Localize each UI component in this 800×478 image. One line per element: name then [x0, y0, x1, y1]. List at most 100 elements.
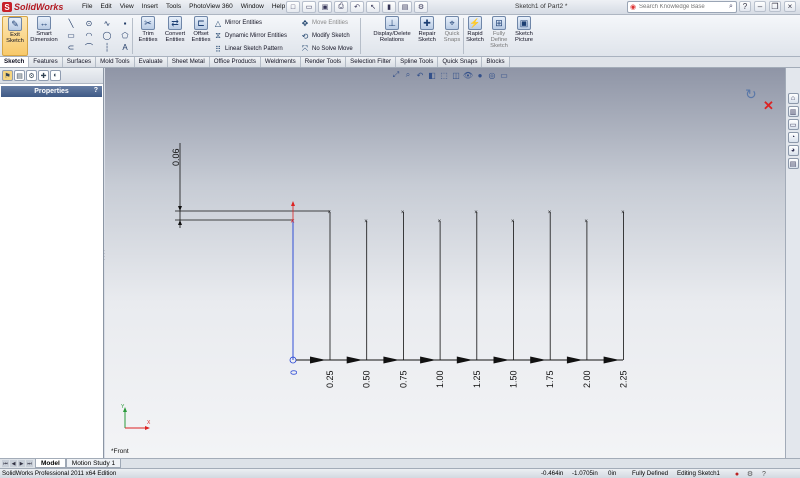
tick-label[interactable]: 2.25: [619, 370, 629, 388]
tick-label[interactable]: 2.00: [582, 370, 592, 388]
sketch-canvas[interactable]: 0.06 ✕ 0 ×0.25×0.50×0.75×1.00×1.25×1.50×…: [105, 68, 785, 458]
rebuild-status-icon[interactable]: ●: [733, 470, 741, 478]
custom-properties-icon[interactable]: ▤: [787, 158, 799, 169]
save-icon[interactable]: ▣: [318, 1, 332, 13]
slot-icon[interactable]: ⊂: [62, 41, 80, 53]
menu-view[interactable]: View: [116, 2, 138, 11]
prev-tab-icon[interactable]: ◀: [10, 460, 17, 467]
tick-label[interactable]: 0.75: [398, 370, 408, 388]
solidworks-resources-icon[interactable]: ⌂: [787, 93, 799, 104]
search-input[interactable]: [639, 4, 727, 10]
open-folder-icon[interactable]: ▭: [302, 1, 316, 13]
display-manager-icon[interactable]: ◐: [50, 70, 61, 81]
appearances-icon[interactable]: ◕: [787, 145, 799, 156]
endpoint-marker[interactable]: ×: [584, 219, 588, 225]
undo-icon[interactable]: ↶: [350, 1, 364, 13]
help-question-icon[interactable]: ?: [739, 1, 751, 12]
offset-entities-button[interactable]: ⊏ Offset Entities: [188, 16, 214, 56]
tab-mold-tools[interactable]: Mold Tools: [96, 57, 135, 67]
tab-sheet-metal[interactable]: Sheet Metal: [167, 57, 210, 67]
first-tab-icon[interactable]: ⏮: [2, 460, 9, 467]
convert-entities-button[interactable]: ⇄ Convert Entities: [161, 16, 189, 56]
properties-help-icon[interactable]: ?: [94, 87, 98, 94]
tick-label[interactable]: 1.50: [509, 370, 519, 388]
tab-features[interactable]: Features: [29, 57, 63, 67]
tab-selection-filter[interactable]: Selection Filter: [346, 57, 397, 67]
tab-motion-study[interactable]: Motion Study 1: [65, 459, 122, 468]
menu-insert[interactable]: Insert: [138, 2, 162, 11]
tick-label[interactable]: 0.50: [362, 370, 372, 388]
sketch-picture-button[interactable]: ▣ Sketch Picture: [510, 16, 538, 56]
endpoint-marker[interactable]: ×: [548, 210, 552, 216]
menu-file[interactable]: File: [78, 2, 96, 11]
rebuild-icon[interactable]: ▮: [382, 1, 396, 13]
graphics-area[interactable]: ⤢ ⌕ ↶ ◧ ⬚ ◫ 👁 ● ◎ ▭ ↻ ✕ 0.06 ✕ 0 × 0.25 × 0…: [105, 68, 785, 458]
app-logo[interactable]: S SolidWorks: [2, 1, 72, 13]
minimize-icon[interactable]: –: [754, 1, 766, 12]
spline-icon[interactable]: ∿: [98, 17, 116, 29]
units-icon[interactable]: ⚙: [746, 470, 754, 478]
tick-label[interactable]: 1.00: [435, 370, 445, 388]
dynamic-mirror-tool[interactable]: ⧖ Dynamic Mirror Entities: [213, 30, 287, 42]
arc-icon[interactable]: ◠: [80, 29, 98, 41]
design-library-icon[interactable]: ▥: [787, 106, 799, 117]
tab-sketch[interactable]: Sketch: [0, 57, 30, 67]
tab-model[interactable]: Model: [35, 459, 66, 468]
tab-surfaces[interactable]: Surfaces: [62, 57, 97, 67]
fully-define-sketch-button[interactable]: ⊞ Fully Define Sketch: [486, 16, 512, 56]
menu-edit[interactable]: Edit: [96, 2, 115, 11]
menu-photoview[interactable]: PhotoView 360: [185, 2, 237, 11]
menu-window[interactable]: Window: [237, 2, 268, 11]
modify-sketch-tool[interactable]: ⟲ Modify Sketch: [300, 30, 350, 42]
new-document-icon[interactable]: □: [286, 1, 300, 13]
ellipse-icon[interactable]: ◯: [98, 29, 116, 41]
endpoint-marker[interactable]: ×: [621, 210, 625, 216]
tab-spline-tools[interactable]: Spline Tools: [396, 57, 439, 67]
mirror-entities-tool[interactable]: △ Mirror Entities: [213, 17, 262, 29]
circle-icon[interactable]: ⊙: [80, 17, 98, 29]
tick-label[interactable]: 1.25: [472, 370, 482, 388]
no-solve-move-tool[interactable]: ⤧ No Solve Move: [300, 43, 353, 55]
select-pointer-icon[interactable]: ↖: [366, 1, 380, 13]
print-icon[interactable]: ⎙: [334, 1, 348, 13]
menu-tools[interactable]: Tools: [162, 2, 185, 11]
endpoint-marker[interactable]: ×: [328, 210, 332, 216]
tab-weldments[interactable]: Weldments: [260, 57, 301, 67]
fillet-icon[interactable]: ⌒: [80, 41, 98, 53]
origin-label[interactable]: 0: [289, 370, 299, 375]
help-status-icon[interactable]: ?: [760, 470, 768, 478]
smart-dimension-button[interactable]: ↔ Smart Dimension: [30, 16, 58, 56]
vertical-dimension-label[interactable]: 0.06: [171, 148, 181, 166]
endpoint-marker[interactable]: ×: [511, 219, 515, 225]
options-gear-icon[interactable]: ⚙: [414, 1, 428, 13]
line-icon[interactable]: ╲: [62, 17, 80, 29]
tab-evaluate[interactable]: Evaluate: [134, 57, 168, 67]
tab-blocks[interactable]: Blocks: [482, 57, 510, 67]
endpoint-marker[interactable]: ×: [401, 210, 405, 216]
exit-sketch-button[interactable]: ✎ Exit Sketch: [2, 16, 28, 56]
tick-label[interactable]: 0.25: [325, 370, 335, 388]
configuration-manager-icon[interactable]: ⚙: [26, 70, 37, 81]
linear-pattern-tool[interactable]: ⠿ Linear Sketch Pattern: [213, 43, 283, 55]
search-icon[interactable]: ⌕: [729, 3, 733, 11]
tab-office-products[interactable]: Office Products: [209, 57, 261, 67]
tab-quick-snaps[interactable]: Quick Snaps: [438, 57, 483, 67]
endpoint-marker[interactable]: ×: [474, 210, 478, 216]
restore-icon[interactable]: ❐: [769, 1, 781, 12]
display-delete-relations-button[interactable]: ⊥ Display/Delete Relations: [370, 16, 414, 56]
rectangle-icon[interactable]: ▭: [62, 29, 80, 41]
rapid-sketch-button[interactable]: ⚡ Rapid Sketch: [462, 16, 488, 56]
view-palette-icon[interactable]: ◔: [787, 132, 799, 143]
feature-manager-icon[interactable]: ⚑: [2, 70, 13, 81]
trim-entities-button[interactable]: ✂ Trim Entities: [135, 16, 161, 56]
dimxpert-icon[interactable]: ✚: [38, 70, 49, 81]
file-explorer-icon[interactable]: ▭: [787, 119, 799, 130]
move-entities-tool[interactable]: ✥ Move Entities: [300, 17, 348, 29]
endpoint-marker[interactable]: ×: [438, 219, 442, 225]
tick-label[interactable]: 1.75: [545, 370, 555, 388]
tab-render-tools[interactable]: Render Tools: [300, 57, 347, 67]
repair-sketch-button[interactable]: ✚ Repair Sketch: [414, 16, 440, 56]
endpoint-marker[interactable]: ×: [364, 219, 368, 225]
property-manager-icon[interactable]: ▤: [14, 70, 25, 81]
next-tab-icon[interactable]: ▶: [18, 460, 25, 467]
